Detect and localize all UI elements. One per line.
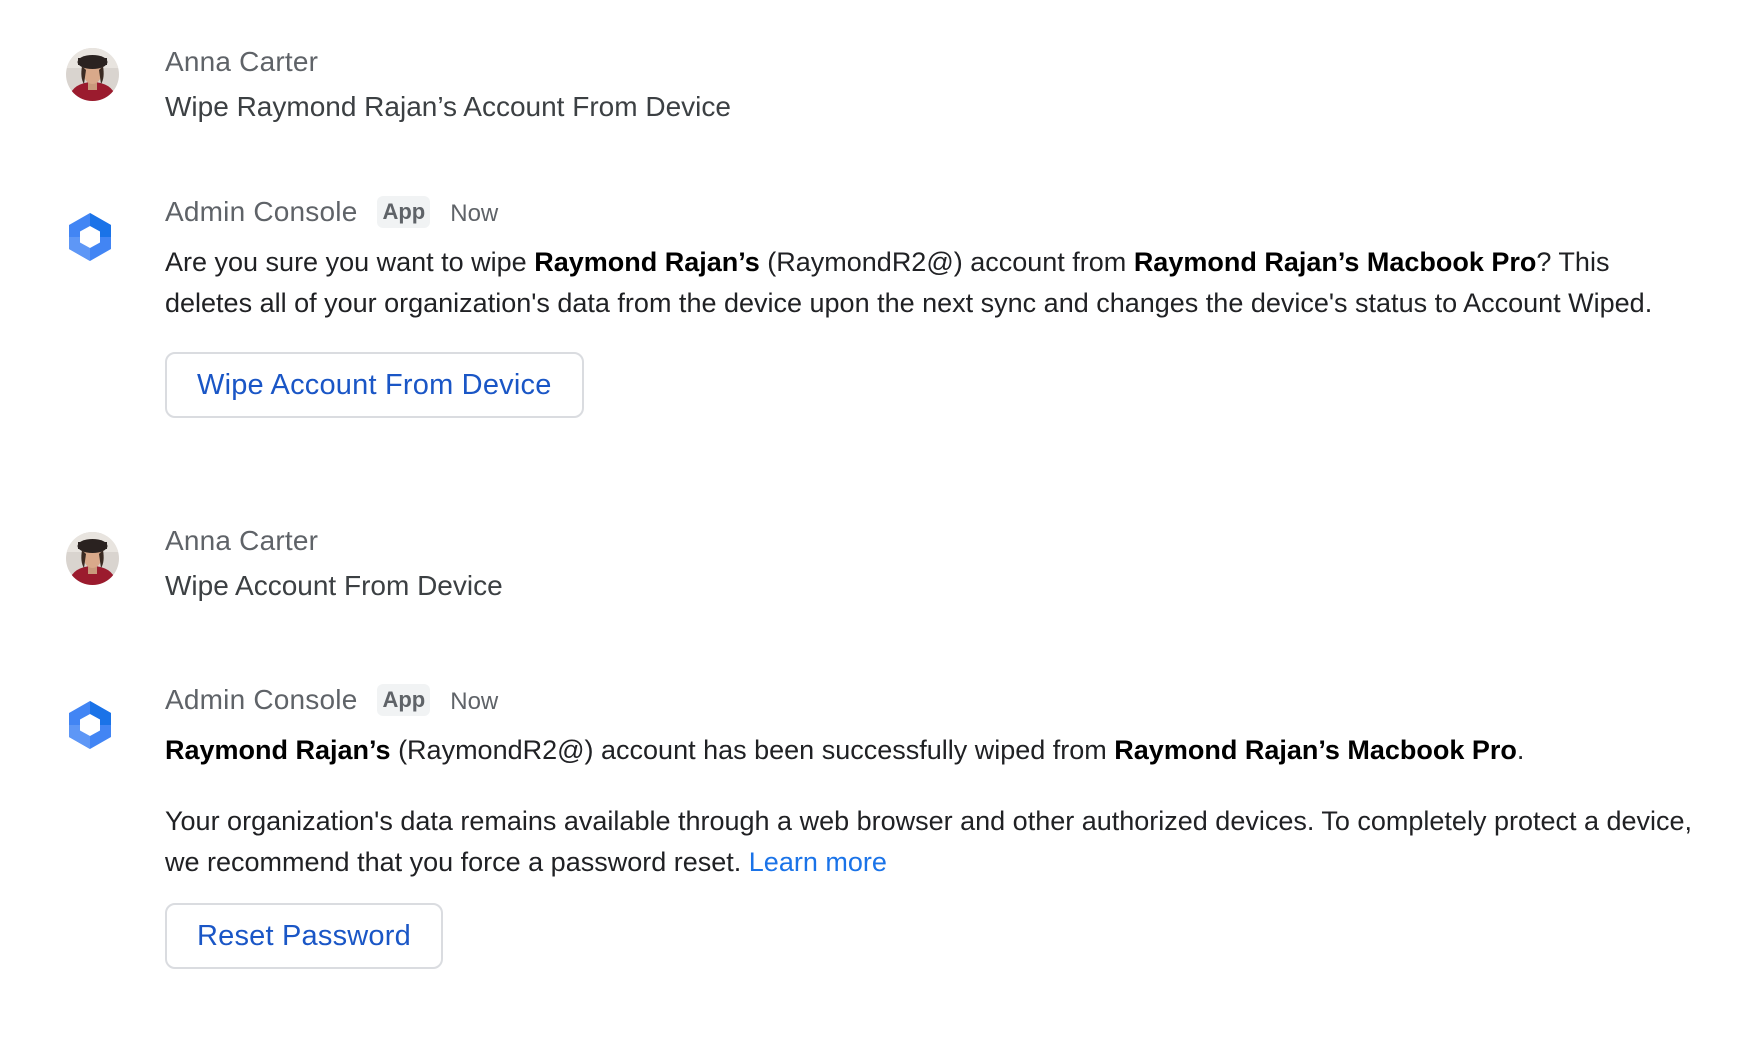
text-segment: (RaymondR2@) account has been successful… (390, 735, 1115, 765)
message-text: Wipe Account From Device (165, 570, 503, 601)
admin-console-icon (64, 211, 116, 263)
user-avatar[interactable] (66, 532, 119, 585)
reset-password-button[interactable]: Reset Password (165, 903, 443, 969)
timestamp: Now (450, 200, 499, 227)
user-avatar[interactable] (66, 48, 119, 101)
text-segment: (RaymondR2@) account from (759, 247, 1134, 277)
sender-name: Admin Console (165, 196, 358, 227)
wipe-account-button[interactable]: Wipe Account From Device (165, 352, 584, 418)
message-text: Wipe Raymond Rajan’s Account From Device (165, 91, 731, 122)
app-badge: App (377, 196, 431, 228)
device-name-bold: Raymond Rajan’s Macbook Pro (1114, 735, 1517, 765)
sender-name: Anna Carter (165, 525, 319, 556)
user-name-bold: Raymond Rajan’s (534, 247, 760, 277)
text-segment: Are you sure you want to wipe (165, 247, 535, 277)
app-badge: App (377, 684, 431, 716)
user-name-bold: Raymond Rajan’s (165, 735, 391, 765)
text-segment: Your organization's data remains availab… (165, 806, 1693, 877)
message-body-recommendation: Your organization's data remains availab… (165, 801, 1725, 883)
learn-more-link[interactable]: Learn more (749, 847, 887, 877)
timestamp: Now (450, 688, 499, 715)
text-segment: . (1516, 735, 1525, 765)
sender-name: Admin Console (165, 684, 358, 715)
sender-name: Anna Carter (165, 46, 319, 77)
admin-console-icon (64, 699, 116, 751)
message-body-success: Raymond Rajan’s (RaymondR2@) account has… (165, 730, 1715, 771)
message-body: Are you sure you want to wipe Raymond Ra… (165, 242, 1665, 324)
device-name-bold: Raymond Rajan’s Macbook Pro (1133, 247, 1537, 277)
